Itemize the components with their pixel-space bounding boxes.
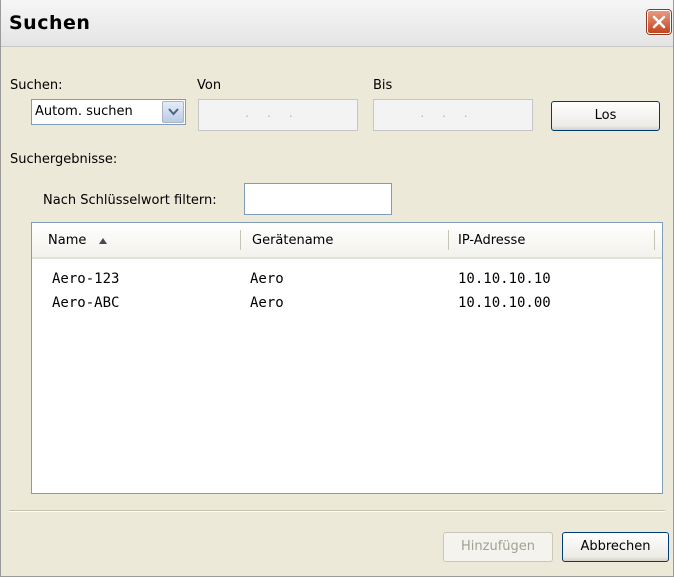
column-separator[interactable]: [240, 230, 241, 250]
search-mode-value: Autom. suchen: [35, 104, 133, 119]
close-icon: [652, 15, 666, 29]
row-name: Aero-123: [52, 271, 120, 287]
row-device-name: Aero: [250, 295, 284, 311]
sort-ascending-icon: [99, 238, 107, 244]
go-button[interactable]: Los: [551, 101, 660, 131]
to-label: Bis: [373, 78, 393, 93]
window-title: Suchen: [9, 12, 91, 34]
ip-separator-dots: ...: [420, 106, 486, 120]
search-mode-label: Suchen:: [10, 78, 63, 93]
row-name: Aero-ABC: [52, 295, 120, 311]
table-row[interactable]: Aero-ABC Aero 10.10.10.00: [32, 295, 662, 315]
column-header-device-name[interactable]: Gerätename: [252, 233, 333, 248]
from-label: Von: [197, 78, 222, 93]
column-separator[interactable]: [654, 230, 655, 250]
footer-divider: [9, 510, 665, 512]
row-device-name: Aero: [250, 271, 284, 287]
column-header-name[interactable]: Name: [48, 233, 86, 248]
close-button[interactable]: [647, 10, 671, 34]
ip-separator-dots: ...: [245, 106, 311, 120]
list-header: Name Gerätename IP-Adresse: [32, 223, 662, 259]
cancel-button[interactable]: Abbrechen: [562, 532, 669, 562]
results-label: Suchergebnisse:: [10, 152, 118, 167]
row-ip-address: 10.10.10.10: [458, 271, 551, 287]
keyword-filter-input[interactable]: [244, 183, 392, 215]
table-row[interactable]: Aero-123 Aero 10.10.10.10: [32, 271, 662, 291]
search-dialog: Suchen Suchen: Von Bis Autom. suchen ...…: [0, 0, 674, 577]
row-ip-address: 10.10.10.00: [458, 295, 551, 311]
search-mode-dropdown[interactable]: Autom. suchen: [31, 99, 186, 125]
title-bar[interactable]: Suchen: [1, 0, 673, 47]
to-ip-field[interactable]: ...: [373, 99, 533, 131]
column-header-ip-address[interactable]: IP-Adresse: [458, 233, 525, 248]
chevron-down-icon: [168, 108, 179, 116]
column-separator[interactable]: [448, 230, 449, 250]
add-button[interactable]: Hinzufügen: [443, 532, 553, 562]
filter-label: Nach Schlüsselwort filtern:: [43, 193, 217, 208]
from-ip-field[interactable]: ...: [198, 99, 358, 131]
dropdown-arrow-button[interactable]: [162, 101, 184, 123]
results-list[interactable]: Name Gerätename IP-Adresse Aero-123 Aero…: [31, 222, 663, 494]
